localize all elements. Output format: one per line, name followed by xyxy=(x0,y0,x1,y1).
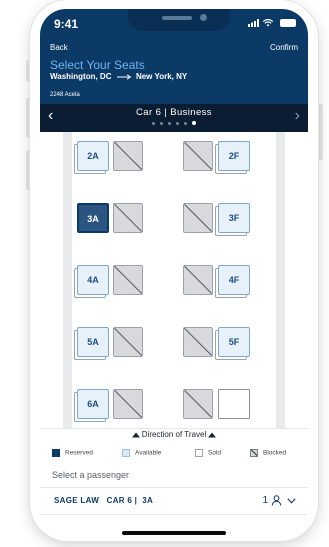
legend-reserved: Reserved xyxy=(52,449,93,457)
chevron-down-icon[interactable] xyxy=(287,498,296,504)
confirm-button[interactable]: Confirm xyxy=(270,43,298,52)
seat-4a[interactable]: 4A xyxy=(77,265,109,295)
legend-label: Reserved xyxy=(65,449,93,457)
page-dot xyxy=(192,121,196,125)
triangle-up-icon xyxy=(131,432,140,438)
seat-label: 4A xyxy=(87,275,99,285)
page-dot xyxy=(176,122,179,125)
selected-passenger: SAGE LAW CAR 6 | 3A xyxy=(54,496,154,505)
seat-label: 3A xyxy=(87,214,99,224)
seat-2e xyxy=(183,141,213,171)
seat-6b xyxy=(113,389,143,419)
phone-power-button xyxy=(318,104,323,160)
car-wall-right xyxy=(276,132,285,428)
wifi-icon xyxy=(263,19,274,27)
seat-5a[interactable]: 5A xyxy=(77,327,109,357)
destination: New York, NY xyxy=(135,72,188,81)
legend-label: Blocked xyxy=(263,449,287,457)
speaker-grille xyxy=(162,16,192,20)
origin: Washington, DC xyxy=(50,72,112,81)
triangle-up-icon xyxy=(208,432,217,438)
back-button[interactable]: Back xyxy=(50,43,68,52)
status-time: 9:41 xyxy=(54,17,79,31)
notch xyxy=(128,9,230,31)
car-label: Car 6 | Business xyxy=(136,107,212,118)
passenger-count: 1 xyxy=(262,495,268,506)
legend-available: Available xyxy=(122,449,161,457)
seat-footer: Direction of Travel Reserved Available S… xyxy=(40,428,308,535)
seat-2f[interactable]: 2F xyxy=(218,141,250,171)
signal-icon xyxy=(248,19,260,28)
legend-label: Sold xyxy=(208,449,222,457)
passenger-selector[interactable]: SAGE LAW CAR 6 | 3A 1 xyxy=(40,487,308,515)
seat-3b xyxy=(113,203,143,233)
seat-6f xyxy=(218,389,250,419)
car-page-dots xyxy=(40,121,308,125)
legend-swatch-blocked xyxy=(250,449,258,457)
seat-label: 5F xyxy=(228,337,240,347)
seat-label: 5A xyxy=(87,337,99,347)
seat-4b xyxy=(113,265,143,295)
chevron-right-icon[interactable]: › xyxy=(295,107,300,125)
seat-label: 2A xyxy=(87,151,99,161)
seat-5b xyxy=(113,327,143,357)
seat-2a[interactable]: 2A xyxy=(77,141,109,171)
legend-swatch-sold xyxy=(195,449,203,457)
legend-swatch-reserved xyxy=(52,449,60,457)
legend-label: Available xyxy=(135,449,162,457)
phone-frame: 9:41 Back Confirm Select Your Seats Wash… xyxy=(30,0,318,541)
seat-6a[interactable]: 6A xyxy=(77,389,109,419)
status-icons xyxy=(248,18,296,29)
page-dot xyxy=(152,122,155,125)
car-selector: ‹ Car 6 | Business › xyxy=(40,104,308,132)
page-dot xyxy=(160,122,163,125)
legend-blocked: Blocked xyxy=(250,449,286,457)
seat-4f[interactable]: 4F xyxy=(218,265,250,295)
seat-5f[interactable]: 5F xyxy=(218,327,250,357)
page-title: Select Your Seats xyxy=(50,58,145,72)
app-header: 9:41 Back Confirm Select Your Seats Wash… xyxy=(40,9,308,104)
seat-3a[interactable]: 3A xyxy=(77,203,109,233)
direction-label: Direction of Travel xyxy=(141,430,207,439)
seat-label: 4F xyxy=(228,275,240,285)
legend-sold: Sold xyxy=(195,449,221,457)
page-dot xyxy=(184,122,187,125)
seat-label: 2F xyxy=(228,151,240,161)
seat-map: 2A 2F 3A 3F 4A 4F 5A 5F 6A xyxy=(40,132,308,428)
home-indicator xyxy=(122,531,226,535)
seat-2b xyxy=(113,141,143,171)
select-passenger-label: Select a passenger xyxy=(52,470,130,480)
seat-3e xyxy=(183,203,213,233)
battery-icon xyxy=(280,19,296,28)
arrow-right-icon xyxy=(116,74,132,80)
seat-5e xyxy=(183,327,213,357)
seat-label: 6A xyxy=(87,399,99,409)
legend-swatch-available xyxy=(122,449,130,457)
person-icon xyxy=(271,495,282,506)
seat-3f[interactable]: 3F xyxy=(218,203,250,233)
phone-screen: 9:41 Back Confirm Select Your Seats Wash… xyxy=(40,9,308,535)
page-dot xyxy=(168,122,171,125)
seat-label: 3F xyxy=(228,213,240,223)
seat-4e xyxy=(183,265,213,295)
route: Washington, DC New York, NY xyxy=(50,72,187,81)
camera-icon xyxy=(200,14,207,21)
direction-of-travel: Direction of Travel xyxy=(40,430,308,439)
car-wall-left xyxy=(63,132,72,428)
seat-6e xyxy=(183,389,213,419)
train-number: 2248 Acela xyxy=(50,92,80,98)
seat-legend: Reserved Available Sold Blocked xyxy=(40,445,308,465)
